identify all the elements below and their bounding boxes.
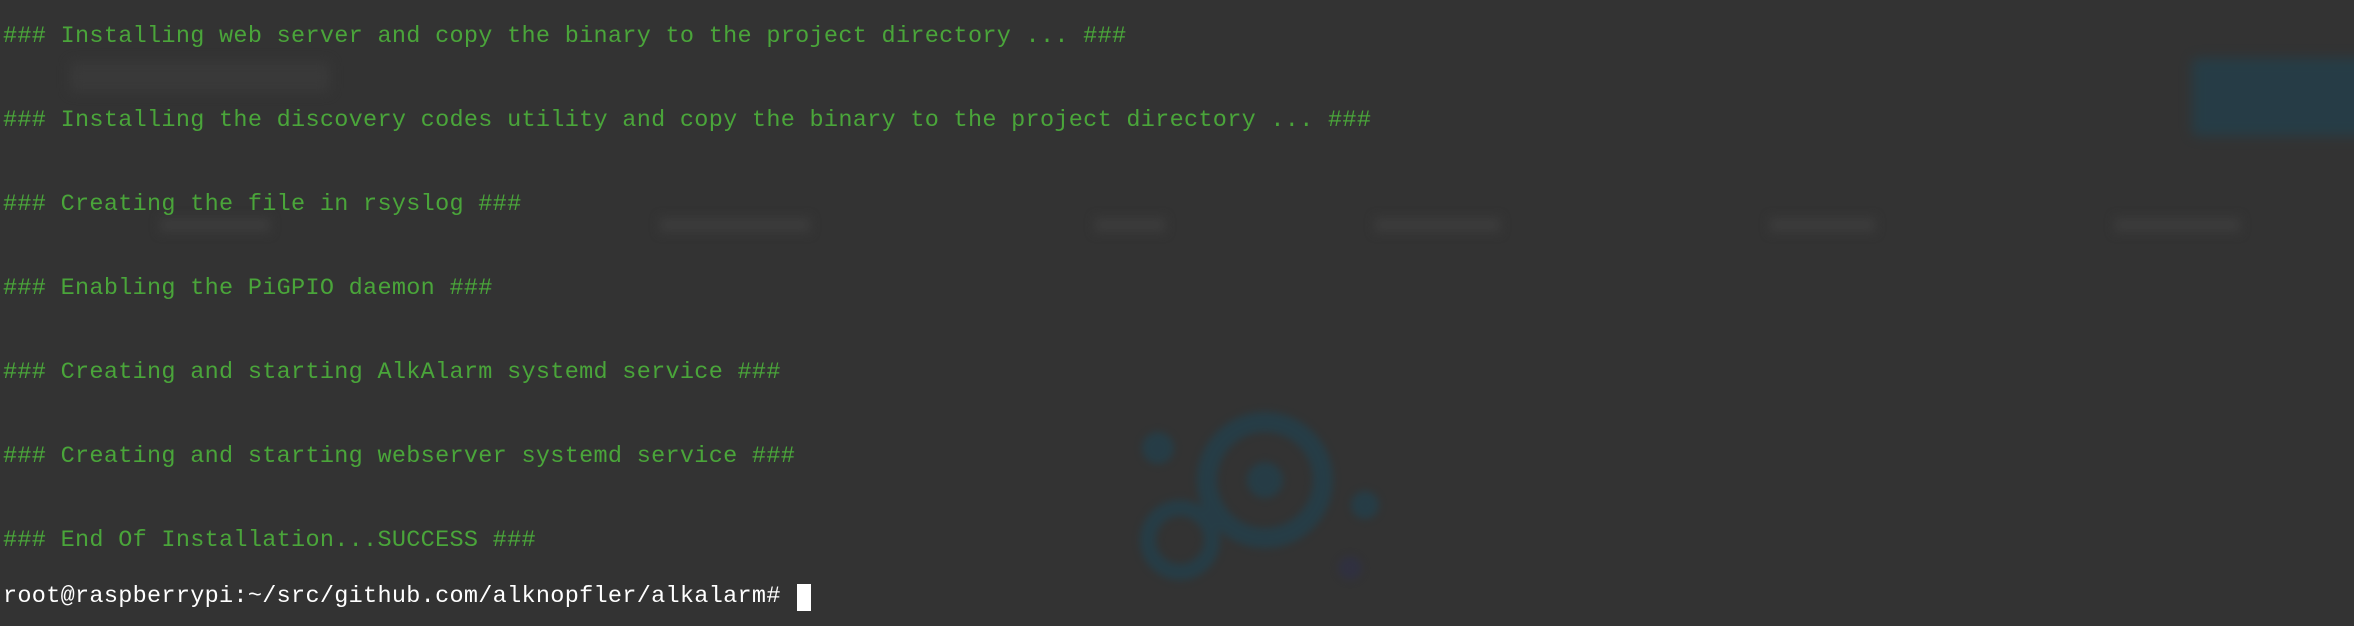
ghost-column-header — [1095, 218, 1165, 232]
output-line: ### Creating and starting webserver syst… — [3, 443, 796, 470]
ghost-column-header — [1770, 218, 1875, 232]
text-cursor — [796, 583, 811, 611]
ghost-column-header — [2115, 218, 2240, 232]
terminal-window[interactable]: ### Installing web server and copy the b… — [0, 0, 2354, 626]
output-line: ### Enabling the PiGPIO daemon ### — [3, 275, 493, 302]
gears-icon — [1140, 412, 1379, 580]
output-line: ### End Of Installation...SUCCESS ### — [3, 527, 536, 554]
output-line: ### Creating and starting AlkAlarm syste… — [3, 359, 781, 386]
ghost-button-block — [2192, 58, 2354, 136]
shell-prompt: root@raspberrypi:~/src/github.com/alknop… — [3, 583, 781, 610]
ghost-column-header — [660, 218, 810, 232]
ghost-column-header — [160, 218, 270, 232]
output-line: ### Installing the discovery codes utili… — [3, 107, 1372, 134]
output-line: ### Installing web server and copy the b… — [3, 23, 1127, 50]
ghost-column-header — [1375, 218, 1500, 232]
output-line: ### Creating the file in rsyslog ### — [3, 191, 522, 218]
command-prompt-line[interactable]: root@raspberrypi:~/src/github.com/alknop… — [3, 583, 811, 611]
ghost-title-block — [70, 62, 330, 92]
